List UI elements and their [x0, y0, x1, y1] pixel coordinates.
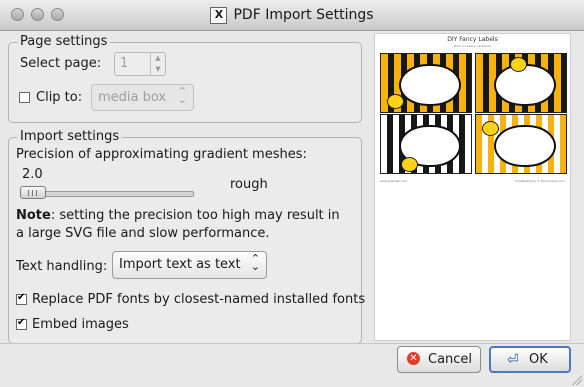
note-line-2: a large SVG file and slow performance.	[16, 226, 270, 241]
window-title: PDF Import Settings	[233, 7, 374, 23]
cancel-label: Cancel	[428, 352, 473, 367]
select-page-label: Select page:	[20, 56, 102, 71]
ok-button[interactable]: ⏎ OK	[489, 346, 571, 373]
import-settings-title: Import settings	[17, 129, 123, 144]
clip-to-checkbox[interactable]	[19, 92, 30, 103]
page-settings-title: Page settings	[17, 34, 111, 49]
preview-footer-right: FreeBeeFancy © fancyname.com	[515, 179, 565, 183]
bee-icon	[482, 121, 499, 136]
replace-fonts-checkbox[interactable]	[16, 292, 27, 305]
select-page-value: 1	[120, 56, 129, 71]
precision-description: rough	[230, 177, 268, 192]
button-divider	[0, 343, 584, 344]
note-line-1: Note: setting the precision too high may…	[16, 208, 340, 223]
preview-subtitle: Print on heavy cardstock	[453, 44, 492, 48]
precision-label: Precision of approximating gradient mesh…	[16, 147, 307, 162]
preview-label-card	[475, 53, 567, 113]
replace-fonts-label: Replace PDF fonts by closest-named insta…	[32, 292, 366, 307]
ok-icon: ⏎	[507, 352, 519, 368]
text-handling-label: Text handling:	[16, 259, 108, 274]
precision-slider-thumb[interactable]	[20, 186, 46, 199]
note-text-1: : setting the precision too high may res…	[50, 208, 340, 223]
clip-to-label: Clip to:	[36, 90, 83, 105]
spin-up-icon[interactable]: ▲	[151, 53, 165, 64]
preview-title: DIY Fancy Labels	[447, 36, 498, 43]
text-handling-select[interactable]: Import text as text ⌃ ⌄	[112, 251, 267, 279]
bee-icon	[510, 57, 527, 72]
cancel-button[interactable]: ✕ Cancel	[397, 346, 481, 373]
ok-label: OK	[529, 352, 548, 367]
spin-down-icon[interactable]: ▼	[151, 64, 165, 75]
precision-value: 2.0	[22, 167, 43, 182]
pdf-preview: DIY Fancy Labels Print on heavy cardstoc…	[374, 33, 571, 341]
embed-images-label: Embed images	[32, 317, 129, 332]
select-page-spinbox[interactable]: 1 ▲ ▼	[114, 52, 166, 76]
note-bold: Note	[16, 208, 51, 223]
bee-icon	[387, 94, 404, 109]
cancel-icon: ✕	[407, 352, 420, 365]
clip-to-select[interactable]: media box ⌃ ⌄	[91, 84, 194, 111]
text-handling-value: Import text as text	[119, 257, 241, 272]
preview-label-card	[380, 53, 472, 113]
preview-footer-left: www.website.com	[380, 179, 408, 183]
updown-chevron-icon: ⌃ ⌄	[250, 252, 260, 273]
resize-grip-icon[interactable]	[572, 375, 582, 385]
preview-label-card	[380, 114, 472, 174]
bee-icon	[401, 157, 418, 172]
title-bar: X PDF Import Settings	[0, 0, 584, 31]
embed-images-checkbox[interactable]	[16, 317, 27, 330]
app-icon: X	[210, 6, 228, 24]
preview-label-card	[475, 114, 567, 174]
clip-to-value: media box	[98, 90, 167, 105]
updown-chevron-icon: ⌃ ⌄	[177, 85, 187, 106]
precision-slider-track[interactable]	[20, 191, 194, 197]
